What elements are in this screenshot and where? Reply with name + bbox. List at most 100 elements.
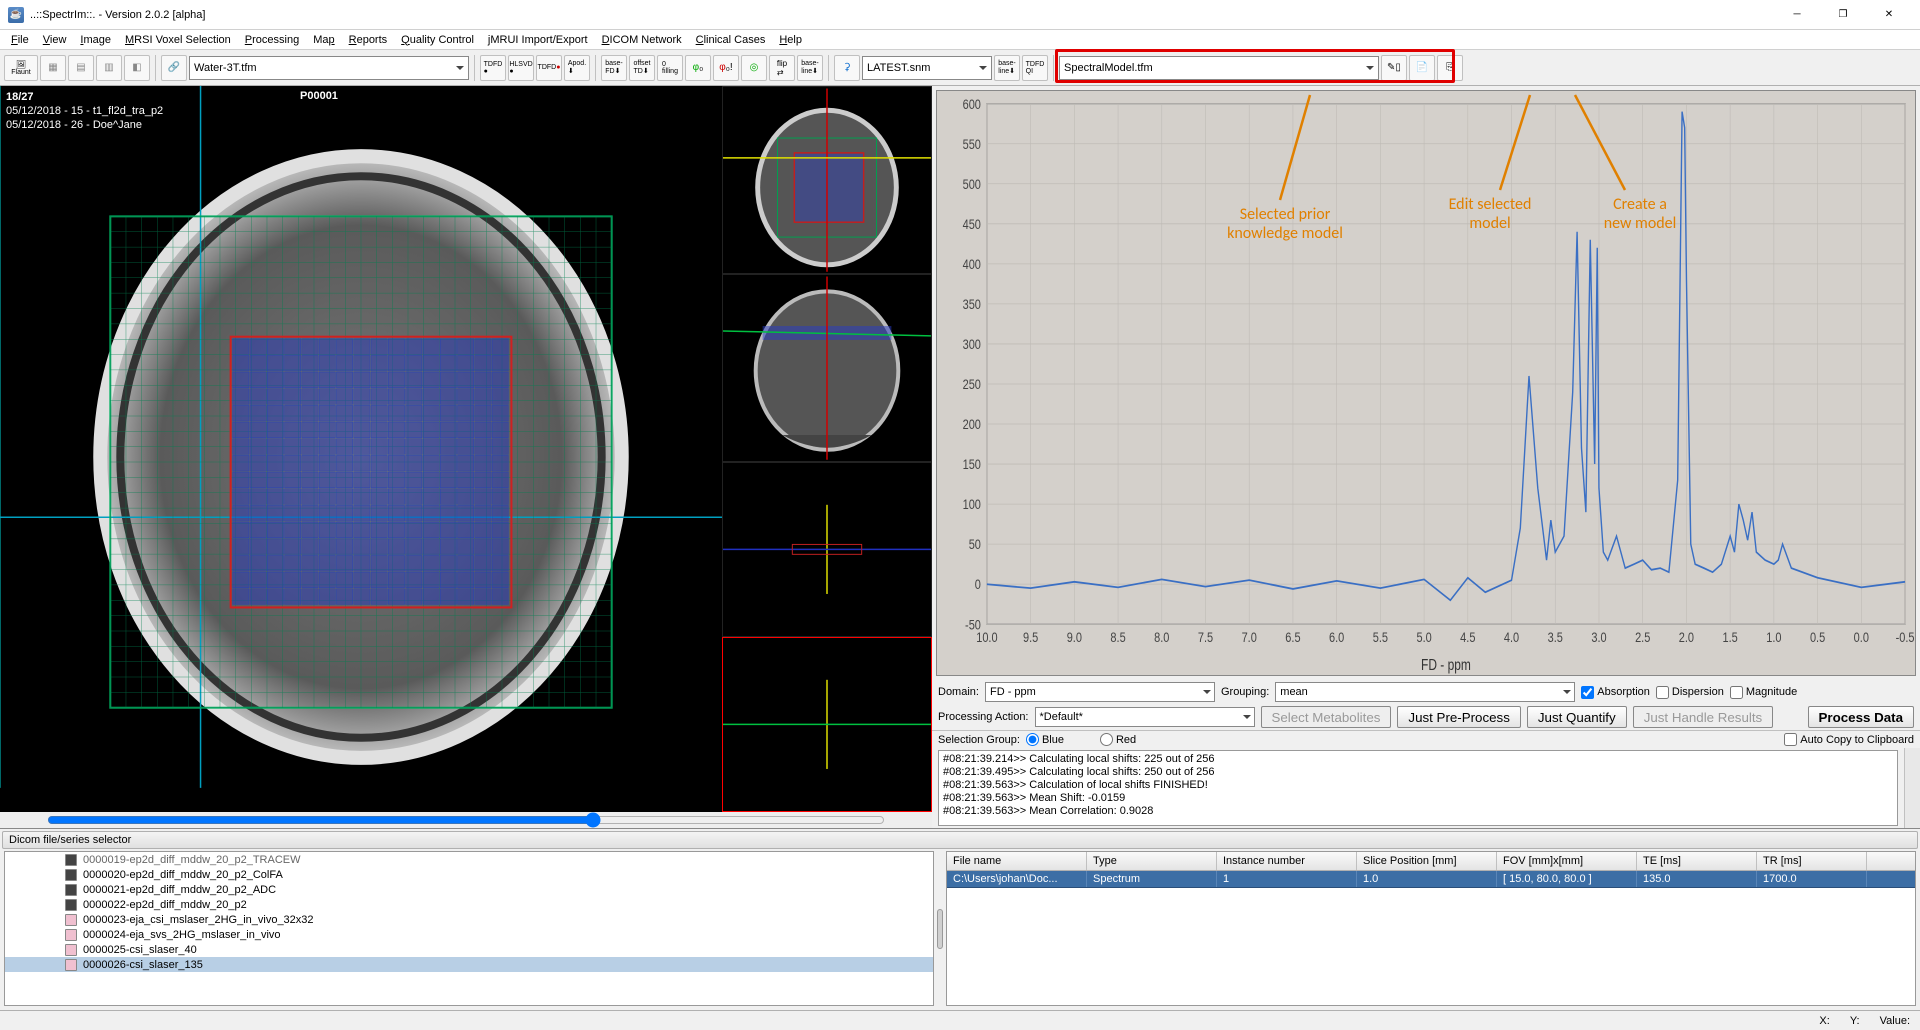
menu-image[interactable]: Image <box>73 32 118 48</box>
auto-copy-check[interactable]: Auto Copy to Clipboard <box>1784 733 1914 746</box>
table-header[interactable]: TE [ms] <box>1637 852 1757 870</box>
slice-slider-bar <box>0 812 932 828</box>
phi0-button[interactable]: φ₀ <box>685 55 711 81</box>
svg-text:8.5: 8.5 <box>1110 630 1125 646</box>
water-model-combo[interactable]: Water-3T.tfm <box>189 56 469 80</box>
axial-view[interactable]: 18/27 05/12/2018 - 15 - t1_fl2d_tra_p2 0… <box>0 86 722 812</box>
series-icon <box>65 914 77 926</box>
axial-view-info: 18/27 05/12/2018 - 15 - t1_fl2d_tra_p2 0… <box>6 90 163 132</box>
selection-red-radio[interactable]: Red <box>1100 733 1136 746</box>
flaunt-button[interactable]: 🖼Flaunt <box>4 55 38 81</box>
spectrum-plot[interactable]: -500501001502002503003504004505005506001… <box>936 90 1916 676</box>
link-button[interactable]: 🔗 <box>161 55 187 81</box>
table-header[interactable]: Instance number <box>1217 852 1357 870</box>
menu-reports[interactable]: Reports <box>342 32 395 48</box>
target-button[interactable]: ◎ <box>741 55 767 81</box>
series-name: 0000022-ep2d_diff_mddw_20_p2 <box>83 899 247 911</box>
spec-icon-button[interactable]: ⚳ <box>834 55 860 81</box>
hlsvd-button[interactable]: HLSVD● <box>508 55 534 81</box>
phi0-alt-button[interactable]: φ₀! <box>713 55 739 81</box>
viewer-panel: 18/27 05/12/2018 - 15 - t1_fl2d_tra_p2 0… <box>0 86 932 828</box>
menu-mrsi-voxel[interactable]: MRSI Voxel Selection <box>118 32 238 48</box>
tdfdfit-blue-button[interactable]: TDFD● <box>480 55 506 81</box>
ortho-sagittal-thumb[interactable] <box>722 637 932 812</box>
menu-processing[interactable]: Processing <box>238 32 306 48</box>
table-header[interactable]: File name <box>947 852 1087 870</box>
table-header[interactable]: FOV [mm]x[mm] <box>1497 852 1637 870</box>
svg-text:9.5: 9.5 <box>1023 630 1038 646</box>
domain-label: Domain: <box>938 686 979 698</box>
series-row[interactable]: 0000021-ep2d_diff_mddw_20_p2_ADC <box>5 882 933 897</box>
menu-dicom-network[interactable]: DICOM Network <box>595 32 689 48</box>
offset-td-button[interactable]: offsetTD⬇ <box>629 55 655 81</box>
process-data-button[interactable]: Process Data <box>1808 706 1914 728</box>
series-row[interactable]: 0000020-ep2d_diff_mddw_20_p2_ColFA <box>5 867 933 882</box>
log-area[interactable]: #08:21:39.214>> Calculating local shifts… <box>938 750 1898 826</box>
new-model-button[interactable]: 📄 <box>1409 55 1435 81</box>
maximize-button[interactable]: ❐ <box>1820 0 1866 30</box>
series-icon <box>65 944 77 956</box>
series-info-2: 05/12/2018 - 26 - Doe^Jane <box>6 118 163 132</box>
grouping-combo[interactable]: mean <box>1275 682 1575 702</box>
zerofilling-button[interactable]: 0filling <box>657 55 683 81</box>
magnitude-check[interactable]: Magnitude <box>1730 686 1797 699</box>
menu-clinical[interactable]: Clinical Cases <box>689 32 773 48</box>
series-row[interactable]: 0000025-csi_slaser_40 <box>5 942 933 957</box>
menu-jmrui[interactable]: jMRUI Import/Export <box>481 32 595 48</box>
series-row[interactable]: 0000023-eja_csi_mslaser_2HG_in_vivo_32x3… <box>5 912 933 927</box>
minimize-button[interactable]: ─ <box>1774 0 1820 30</box>
baseline-button[interactable]: base-line⬇ <box>797 55 823 81</box>
basefd-button[interactable]: base-FD⬇ <box>601 55 627 81</box>
tb-btn-2[interactable]: ▤ <box>68 55 94 81</box>
selection-group-label: Selection Group: <box>938 734 1020 746</box>
ortho-coronal-thumb[interactable] <box>722 274 932 462</box>
selection-blue-radio[interactable]: Blue <box>1026 733 1064 746</box>
series-row[interactable]: 0000019-ep2d_diff_mddw_20_p2_TRACEW <box>5 852 933 867</box>
tdfdfit-qi-button[interactable]: TDFDQI <box>1022 55 1048 81</box>
edit-model-button[interactable]: ✎▯ <box>1381 55 1407 81</box>
java-icon: ☕ <box>8 7 24 23</box>
baseline-alt-button[interactable]: base-line⬇ <box>994 55 1020 81</box>
series-row[interactable]: 0000024-eja_svs_2HG_mslaser_in_vivo <box>5 927 933 942</box>
table-header[interactable]: Type <box>1087 852 1217 870</box>
menu-file[interactable]: File <box>4 32 36 48</box>
processing-action-combo[interactable]: *Default* <box>1035 707 1255 727</box>
ortho-blank-thumb[interactable] <box>722 462 932 637</box>
slice-counter: 18/27 <box>6 90 163 104</box>
just-preprocess-button[interactable]: Just Pre-Process <box>1397 706 1520 728</box>
spectral-model-combo[interactable]: SpectralModel.tfm <box>1059 56 1379 80</box>
spectrum-table[interactable]: File nameTypeInstance numberSlice Positi… <box>946 851 1916 1006</box>
slice-slider[interactable] <box>47 812 886 828</box>
tb-btn-1[interactable]: ▦ <box>40 55 66 81</box>
dispersion-check[interactable]: Dispersion <box>1656 686 1724 699</box>
latest-combo[interactable]: LATEST.snm <box>862 56 992 80</box>
menu-view[interactable]: View <box>36 32 74 48</box>
series-info-1: 05/12/2018 - 15 - t1_fl2d_tra_p2 <box>6 104 163 118</box>
menu-help[interactable]: Help <box>772 32 809 48</box>
domain-combo[interactable]: FD - ppm <box>985 682 1215 702</box>
flip-button[interactable]: flip⇄ <box>769 55 795 81</box>
just-quantify-button[interactable]: Just Quantify <box>1527 706 1627 728</box>
close-button[interactable]: ✕ <box>1866 0 1912 30</box>
log-scrollbar[interactable] <box>1904 748 1920 828</box>
menu-map[interactable]: Map <box>306 32 341 48</box>
just-handle-results-button[interactable]: Just Handle Results <box>1633 706 1774 728</box>
apod-button[interactable]: Apod.⬇ <box>564 55 590 81</box>
tb-btn-4[interactable]: ◧ <box>124 55 150 81</box>
table-header[interactable]: TR [ms] <box>1757 852 1867 870</box>
ortho-axial-thumb[interactable] <box>722 86 932 274</box>
tb-btn-3[interactable]: ▥ <box>96 55 122 81</box>
series-row[interactable]: 0000022-ep2d_diff_mddw_20_p2 <box>5 897 933 912</box>
table-header[interactable]: Slice Position [mm] <box>1357 852 1497 870</box>
svg-text:6.5: 6.5 <box>1285 630 1300 646</box>
grouping-label: Grouping: <box>1221 686 1269 698</box>
series-list[interactable]: 0000019-ep2d_diff_mddw_20_p2_TRACEW00000… <box>4 851 934 1006</box>
menu-qc[interactable]: Quality Control <box>394 32 481 48</box>
splitter[interactable] <box>934 851 946 1006</box>
series-icon <box>65 959 77 971</box>
series-row[interactable]: 0000026-csi_slaser_135 <box>5 957 933 972</box>
tdfdfit-red-button[interactable]: TDFD● <box>536 55 562 81</box>
absorption-check[interactable]: Absorption <box>1581 686 1650 699</box>
select-metabolites-button[interactable]: Select Metabolites <box>1261 706 1392 728</box>
tb-extra-button[interactable]: ⎘ <box>1437 55 1463 81</box>
